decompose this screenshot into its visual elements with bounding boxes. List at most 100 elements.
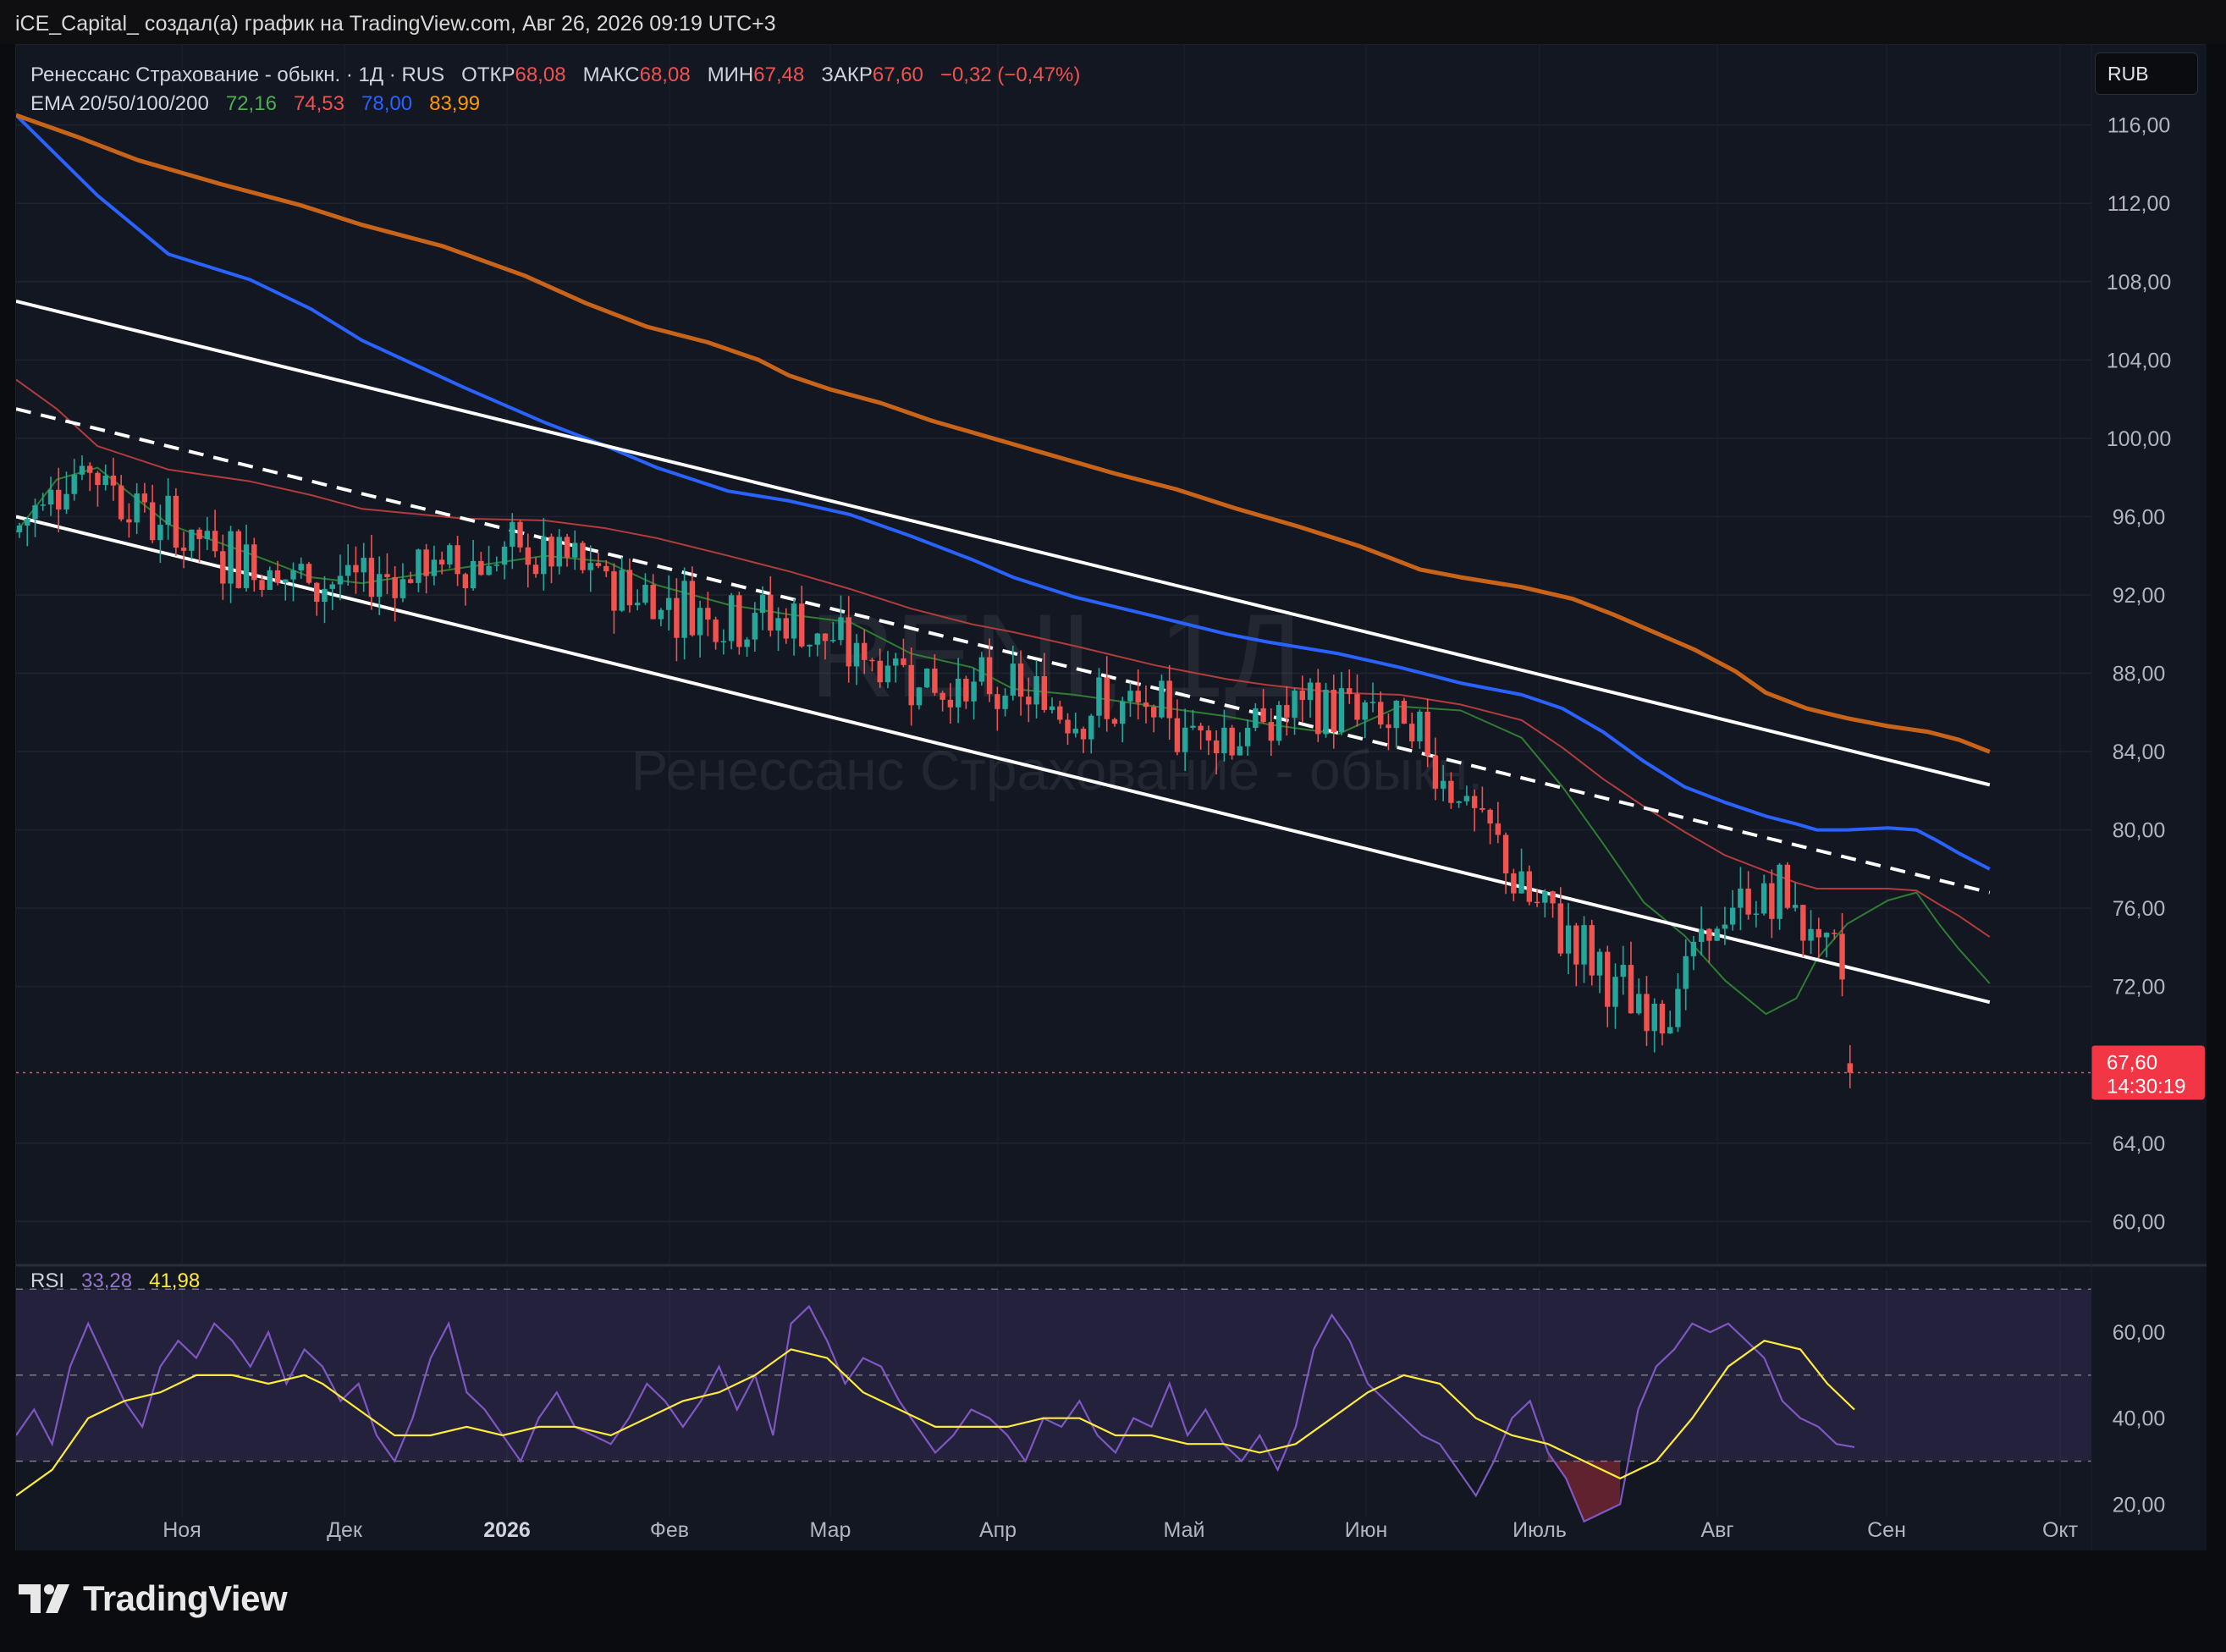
candle-body (1190, 725, 1196, 728)
candle-body (963, 678, 969, 702)
candle-body (1832, 933, 1838, 934)
time-tick-label: Июль (1512, 1518, 1567, 1542)
candle-body (1644, 994, 1650, 1032)
candle-body (1683, 955, 1689, 989)
candle-body (1260, 708, 1266, 723)
time-tick-label: Апр (979, 1518, 1017, 1542)
candle-body (220, 551, 226, 584)
rsi-label[interactable]: RSI (30, 1269, 64, 1292)
candle-body (1323, 689, 1329, 735)
high-value: 68,08 (639, 63, 691, 86)
candle-body (274, 570, 281, 583)
candle-body (799, 603, 805, 647)
candle-body (759, 594, 766, 614)
candle-body (525, 547, 531, 565)
candle-body (650, 584, 656, 620)
candle-body (399, 579, 406, 598)
candle-body (455, 545, 460, 575)
candle-body (1722, 924, 1728, 929)
candle-body (196, 529, 202, 539)
candle-body (877, 660, 883, 683)
candle-body (1276, 705, 1282, 741)
symbol-label[interactable]: Ренессанс Страхование - обыкн. · 1Д · RU… (30, 63, 444, 86)
candle-body (1299, 691, 1306, 701)
price-tick-label: 92,00 (2113, 584, 2166, 608)
legend-row-rsi: RSI 33,28 41,98 (30, 1269, 200, 1293)
candle-body (1777, 864, 1782, 919)
candle-body (235, 531, 242, 588)
chart-panel[interactable]: 116,00 112,00 108,00 104,00 100,00 96,00 92,00… (15, 44, 2207, 1551)
time-tick-label: 2026 (483, 1518, 531, 1542)
price-tick-label: 80,00 (2113, 819, 2166, 843)
watermark-ticker: RENI, 1Д (810, 589, 1305, 722)
candle-body (1448, 780, 1454, 803)
candle-body (1002, 695, 1008, 709)
candle-body (1292, 691, 1298, 718)
candle-body (626, 570, 633, 606)
price-tick-label: 84,00 (2113, 741, 2166, 764)
candle-body (1487, 809, 1493, 824)
candle-body (87, 465, 93, 473)
candle-body (290, 570, 296, 580)
candle-body (416, 549, 422, 583)
candle-body (1010, 664, 1017, 696)
tradingview-logo-icon (19, 1584, 69, 1613)
candle-body (1581, 925, 1587, 965)
candle-body (165, 495, 171, 526)
candle-body (306, 564, 312, 583)
candle-body (775, 618, 781, 631)
candle-body (180, 548, 187, 551)
candle-body (995, 694, 1000, 709)
price-tick-label: 60,00 (2113, 1210, 2166, 1234)
rsi-tick-label: 40,00 (2113, 1407, 2166, 1431)
candle-body (1065, 719, 1071, 734)
candle-body (134, 493, 140, 523)
candle-body (884, 665, 891, 683)
tradingview-logo[interactable]: TradingView (19, 1578, 288, 1619)
price-tick-label: 116,00 (2108, 114, 2171, 138)
candle-body (345, 564, 351, 576)
time-tick-label: Авг (1700, 1518, 1733, 1542)
candle-body (204, 531, 211, 539)
candle-body (1690, 941, 1697, 956)
candle-body (1816, 928, 1822, 938)
candle-body (407, 579, 414, 583)
candle-body (1456, 801, 1462, 803)
candle-body (1479, 807, 1485, 810)
candle-body (689, 581, 696, 636)
candle-body (1729, 907, 1736, 925)
rsi-tick-label: 60,00 (2113, 1321, 2166, 1345)
candle-body (1347, 688, 1353, 695)
candle-body (1369, 702, 1376, 703)
candle-body (329, 584, 335, 589)
candle-body (1041, 676, 1047, 710)
candle-body (892, 658, 899, 666)
ema-label[interactable]: EMA 20/50/100/200 (30, 92, 209, 115)
candle-body (1393, 701, 1399, 729)
candle-body (189, 529, 195, 551)
candle-body (1557, 903, 1564, 954)
candle-body (322, 588, 328, 602)
candle-body (1049, 706, 1055, 710)
candle-body (603, 565, 609, 572)
candle-body (56, 489, 62, 510)
candle-body (1386, 724, 1391, 729)
candle-body (1159, 680, 1165, 718)
candle-body (376, 574, 383, 597)
candle-body (1338, 688, 1345, 732)
candle-body (102, 475, 108, 486)
candle-body (510, 521, 515, 547)
candle-body (869, 659, 875, 662)
candle-body (1127, 691, 1133, 702)
time-tick-label: Сен (1867, 1518, 1906, 1542)
currency-button[interactable]: RUB (2095, 52, 2198, 95)
candle-body (768, 594, 774, 631)
candle-body (1104, 677, 1110, 719)
candle-body (1675, 988, 1681, 1027)
candle-body (838, 617, 844, 641)
chart-canvas[interactable]: 116,00 112,00 108,00 104,00 100,00 96,00 92,00… (16, 45, 2207, 1551)
candle-body (1667, 1027, 1673, 1034)
candle-body (713, 620, 719, 642)
candle-body (814, 633, 820, 645)
tradingview-wordmark: TradingView (83, 1578, 288, 1618)
